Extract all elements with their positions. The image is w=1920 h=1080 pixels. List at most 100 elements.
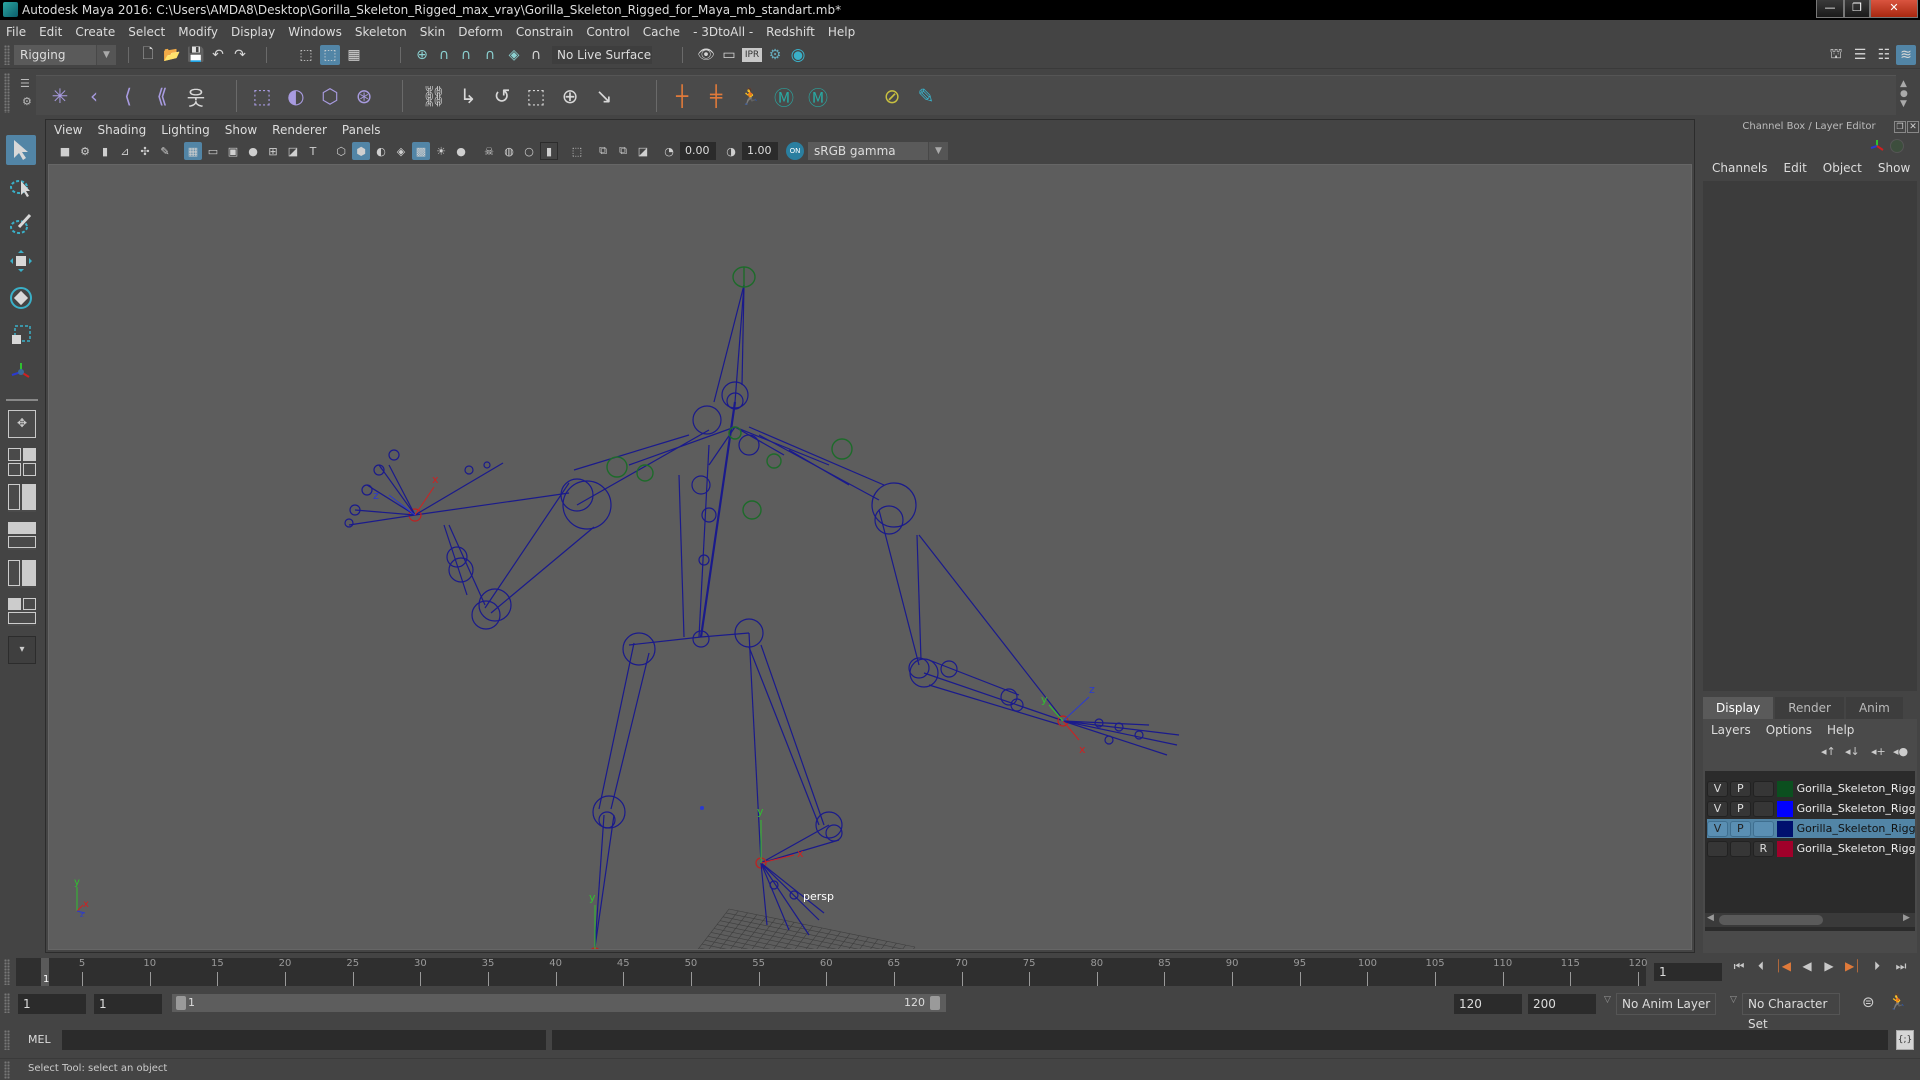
panel-menu-panels[interactable]: Panels (342, 123, 381, 137)
menu-cache[interactable]: Cache (643, 25, 680, 39)
visibility-toggle[interactable]: V (1707, 800, 1728, 817)
make-live-icon[interactable]: ∩ (526, 45, 546, 65)
persp-outliner-layout-icon[interactable] (8, 484, 36, 512)
interactive-bind-icon[interactable]: ◐ (282, 82, 310, 110)
playback-start-field[interactable]: 1 (94, 994, 162, 1014)
film-gate-icon[interactable]: ▭ (204, 142, 222, 160)
command-grip[interactable] (4, 1030, 10, 1050)
scene-canvas[interactable]: x y x y x z y x z y x z (49, 165, 1692, 950)
cb-menu-object[interactable]: Object (1823, 161, 1862, 175)
humanik-icon[interactable]: 웃 (182, 82, 210, 110)
gate-mask-icon[interactable]: ● (244, 142, 262, 160)
wireframe-on-shaded-icon[interactable]: ◈ (392, 142, 410, 160)
layer-color-swatch[interactable] (1776, 780, 1793, 797)
exposure-icon[interactable]: ◔ (660, 142, 678, 160)
layer-color-swatch[interactable] (1776, 820, 1793, 837)
shelf-scroll[interactable]: ▲ ● ▼ (1900, 79, 1908, 109)
locator-constraint-icon[interactable]: ╪ (702, 82, 730, 110)
visibility-toggle[interactable]: V (1707, 780, 1728, 797)
menu-control[interactable]: Control (586, 25, 629, 39)
le-menu-layers[interactable]: Layers (1711, 723, 1751, 737)
go-to-start-icon[interactable]: ⏮ (1730, 957, 1748, 975)
end-time-field[interactable]: 200 (1528, 994, 1596, 1014)
four-view-layout-icon[interactable] (8, 448, 36, 476)
exposure-field[interactable]: 0.00 (680, 142, 716, 160)
playback-end-field[interactable]: 120 (1454, 994, 1522, 1014)
step-back-key-icon[interactable]: ⏐◀ (1774, 957, 1792, 975)
move-tool-icon[interactable] (6, 246, 36, 276)
menu-select[interactable]: Select (128, 25, 165, 39)
isolate-select-icon[interactable]: ⬚ (568, 142, 586, 160)
maya-m-alt-icon[interactable]: Ⓜ (804, 82, 832, 110)
single-perspective-layout-icon[interactable]: ✥ (8, 410, 36, 438)
gamma-icon[interactable]: ◑ (722, 142, 740, 160)
default-material-icon[interactable]: ◐ (372, 142, 390, 160)
image-plane-icon[interactable]: ⊿ (116, 142, 134, 160)
safe-action-icon[interactable]: ◪ (284, 142, 302, 160)
color-space-dropdown[interactable]: sRGB gamma ▼ (808, 142, 948, 160)
animation-preferences-icon[interactable]: 🏃 (1888, 993, 1907, 1011)
select-tool-icon[interactable] (6, 135, 36, 165)
screen-space-ao-icon[interactable]: ☠ (480, 142, 498, 160)
hypershade-icon[interactable]: ◉ (788, 45, 808, 65)
menu-3dtoall[interactable]: - 3DtoAll - (693, 25, 753, 39)
color-management-toggle-icon[interactable]: ON (786, 142, 804, 160)
new-layer-from-selected-icon[interactable]: ◂● (1893, 745, 1908, 758)
close-button[interactable]: ✕ (1870, 0, 1918, 18)
chevron-down-icon[interactable]: ▽ (1730, 995, 1737, 1005)
parent-constraint-icon[interactable]: ⛓ (420, 82, 448, 110)
playback-toggle[interactable]: P (1729, 820, 1751, 837)
lattice-icon[interactable]: ⬡ (316, 82, 344, 110)
layer-row[interactable]: V P Gorilla_Skeleton_Rigg (1707, 779, 1915, 798)
field-chart-icon[interactable]: ⊞ (264, 142, 282, 160)
panel-menu-renderer[interactable]: Renderer (272, 123, 327, 137)
lasso-select-icon[interactable] (6, 172, 36, 202)
redo-icon[interactable]: ↷ (230, 45, 250, 65)
menu-create[interactable]: Create (75, 25, 115, 39)
float-panel-icon[interactable]: ❐ (1894, 121, 1906, 133)
range-end-handle[interactable] (930, 996, 940, 1010)
maximize-button[interactable]: ❐ (1844, 0, 1870, 18)
render-settings-icon[interactable]: ⚙ (765, 45, 785, 65)
insert-joint-icon[interactable]: ‹ (80, 82, 108, 110)
live-surface-field[interactable]: No Live Surface (552, 46, 652, 64)
wireframe-icon[interactable]: ⬡ (332, 142, 350, 160)
orient-constraint-icon[interactable]: ↺ (488, 82, 516, 110)
new-empty-layer-icon[interactable]: ◂+ (1871, 745, 1886, 758)
menu-edit[interactable]: Edit (39, 25, 62, 39)
playback-toggle[interactable]: P (1729, 800, 1751, 817)
play-backwards-icon[interactable]: ◀ (1798, 957, 1816, 975)
xray-icon[interactable]: ⧉ (594, 142, 612, 160)
depth-of-field-icon[interactable]: ▮ (540, 142, 558, 160)
panel-menu-shading[interactable]: Shading (97, 123, 146, 137)
tab-display[interactable]: Display (1703, 697, 1774, 719)
ik-handle-icon[interactable]: ⟪ (148, 82, 176, 110)
snap-to-point-icon[interactable]: ∩ (456, 45, 476, 65)
shelf-settings-icon[interactable]: ⚙ (22, 95, 32, 108)
panel-menu-show[interactable]: Show (225, 123, 257, 137)
persp-graph-layout-icon[interactable] (8, 522, 36, 550)
menu-skin[interactable]: Skin (420, 25, 446, 39)
menu-windows[interactable]: Windows (288, 25, 342, 39)
undo-icon[interactable]: ↶ (208, 45, 228, 65)
rotate-tool-icon[interactable] (6, 283, 36, 313)
anim-layer-dropdown[interactable]: No Anim Layer (1616, 993, 1716, 1015)
xray-joints-icon[interactable]: ◪ (634, 142, 652, 160)
bind-skin-icon[interactable]: ⬚ (248, 82, 276, 110)
scale-constraint-icon[interactable]: ⬚ (522, 82, 550, 110)
select-by-hierarchy-icon[interactable]: ⬚ (296, 45, 316, 65)
mirror-joint-icon[interactable]: ⟨ (114, 82, 142, 110)
render-view-icon[interactable]: 👁 (696, 45, 716, 65)
cb-menu-channels[interactable]: Channels (1712, 161, 1768, 175)
command-input[interactable] (62, 1030, 546, 1050)
menu-skeleton[interactable]: Skeleton (355, 25, 407, 39)
point-constraint-icon[interactable]: ↳ (454, 82, 482, 110)
cluster-icon[interactable]: ⊛ (350, 82, 378, 110)
select-by-object-icon[interactable]: ⬚ (320, 45, 340, 65)
move-layer-down-icon[interactable]: ◂↓ (1845, 745, 1860, 758)
select-by-component-icon[interactable]: ▦ (344, 45, 364, 65)
camera-attributes-icon[interactable]: ⚙ (76, 142, 94, 160)
select-camera-icon[interactable]: ■ (56, 142, 74, 160)
grid-icon[interactable]: ▦ (184, 142, 202, 160)
open-scene-icon[interactable]: 📂 (162, 45, 182, 65)
